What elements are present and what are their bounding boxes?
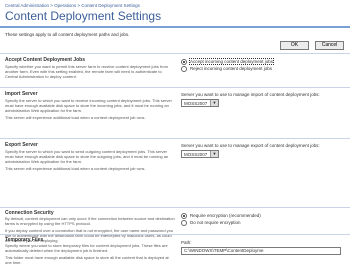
section-divider bbox=[0, 138, 350, 139]
section-export-server: Export Server Specify the server to whic… bbox=[0, 138, 350, 206]
radio-label: Accept incoming content deployment jobs bbox=[188, 58, 275, 65]
section-temporary-files: Temporary Files Specify where you want t… bbox=[0, 234, 350, 278]
section-divider bbox=[0, 53, 350, 54]
chevron-down-icon[interactable]: ▼ bbox=[210, 151, 218, 157]
import-server-select[interactable]: MOSS2007 ▼ bbox=[181, 99, 219, 107]
select-value: MOSS2007 bbox=[184, 151, 208, 157]
radio-accept-incoming[interactable] bbox=[181, 58, 187, 65]
radio-no-encryption[interactable] bbox=[181, 219, 187, 226]
connection-security-options: Require encryption (recommended) Do not … bbox=[181, 212, 346, 226]
title-divider bbox=[0, 26, 350, 28]
section-divider bbox=[0, 87, 350, 88]
temp-path-input[interactable]: C:\WINDOWS\TEMP\ContentDeployme bbox=[181, 247, 341, 255]
security-option-no-require[interactable]: Do not require encryption bbox=[181, 219, 346, 226]
security-option-require[interactable]: Require encryption (recommended) bbox=[181, 212, 346, 219]
section-paragraph: Specify where you want to store temporar… bbox=[5, 243, 168, 253]
export-server-select[interactable]: MOSS2007 ▼ bbox=[181, 150, 219, 158]
section-title: Accept Content Deployment Jobs bbox=[5, 57, 86, 63]
select-value: MOSS2007 bbox=[184, 100, 208, 106]
export-server-field: Server you want to use to manage export … bbox=[181, 143, 346, 158]
section-accept-jobs: Accept Content Deployment Jobs Specify w… bbox=[0, 53, 350, 86]
field-label: Server you want to use to manage import … bbox=[181, 92, 320, 97]
section-description: Specify the server to which you want to … bbox=[5, 149, 175, 173]
accept-options: Accept incoming content deployment jobs … bbox=[181, 58, 346, 72]
radio-label: Do not require encryption bbox=[190, 220, 241, 225]
cancel-button[interactable]: Cancel bbox=[315, 41, 344, 50]
accept-option-reject[interactable]: Reject incoming content deployment jobs bbox=[181, 65, 346, 72]
section-paragraph: This server will experience additional l… bbox=[5, 115, 146, 120]
field-label: Server you want to use to manage export … bbox=[181, 143, 320, 148]
page-title: Content Deployment Settings bbox=[5, 9, 162, 23]
content-deployment-settings-page: Central Administration > Operations > Co… bbox=[0, 0, 350, 278]
page-description: These settings apply to all content depl… bbox=[5, 32, 130, 37]
section-title: Import Server bbox=[5, 91, 38, 97]
section-description: Specify where you want to store temporar… bbox=[5, 243, 175, 267]
section-paragraph: Specify whether you want to permit this … bbox=[5, 64, 168, 79]
breadcrumb[interactable]: Central Administration > Operations > Co… bbox=[5, 3, 140, 8]
section-paragraph: Specify the server to which you want to … bbox=[5, 149, 169, 164]
section-description: Specify the server to which you want to … bbox=[5, 98, 175, 122]
field-label: Path: bbox=[181, 240, 192, 245]
section-description: Specify whether you want to permit this … bbox=[5, 64, 175, 81]
accept-option-accept[interactable]: Accept incoming content deployment jobs bbox=[181, 58, 346, 65]
section-paragraph: By default, content deployment can only … bbox=[5, 216, 175, 226]
section-import-server: Import Server Specify the server to whic… bbox=[0, 87, 350, 137]
radio-require-encryption[interactable] bbox=[181, 212, 187, 219]
section-divider bbox=[0, 234, 350, 235]
section-title: Export Server bbox=[5, 142, 38, 148]
section-paragraph: Specify the server to which you want to … bbox=[5, 98, 172, 113]
section-connection-security: Connection Security By default, content … bbox=[0, 207, 350, 243]
radio-label: Require encryption (recommended) bbox=[190, 213, 261, 218]
temporary-files-field: Path: C:\WINDOWS\TEMP\ContentDeployme bbox=[181, 240, 346, 255]
ok-button[interactable]: OK bbox=[280, 41, 309, 50]
radio-reject-incoming[interactable] bbox=[181, 65, 187, 72]
section-paragraph: This server will experience additional l… bbox=[5, 166, 146, 171]
section-paragraph: This folder must have enough available d… bbox=[5, 255, 169, 265]
section-divider bbox=[0, 207, 350, 208]
radio-label: Reject incoming content deployment jobs bbox=[190, 66, 273, 71]
chevron-down-icon[interactable]: ▼ bbox=[210, 100, 218, 106]
import-server-field: Server you want to use to manage import … bbox=[181, 92, 346, 107]
